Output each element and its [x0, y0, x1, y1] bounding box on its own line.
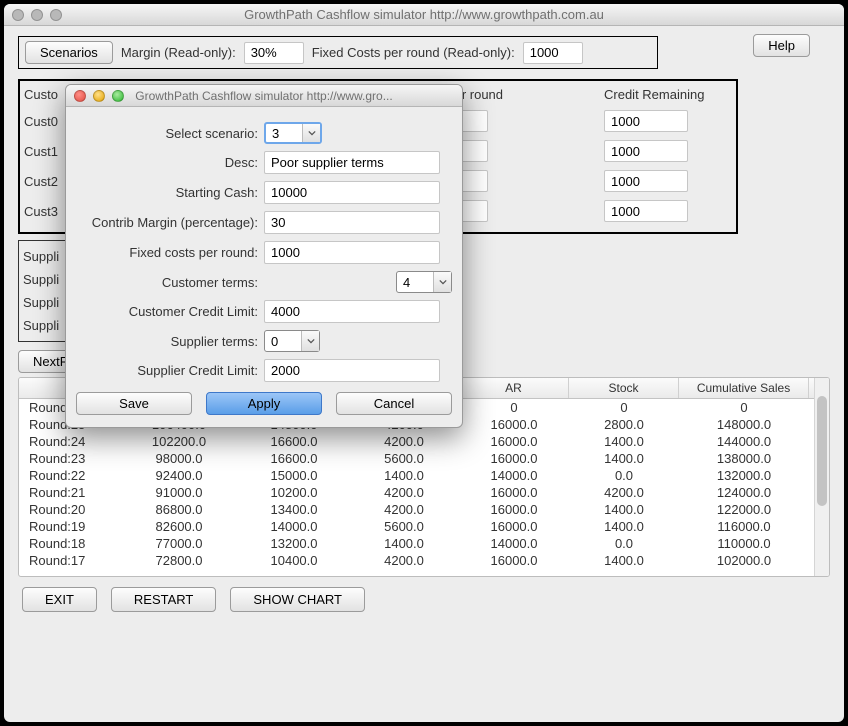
supplier-terms-combo[interactable]	[264, 330, 320, 352]
chevron-down-icon[interactable]	[433, 272, 451, 292]
dialog-titlebar: GrowthPath Cashflow simulator http://www…	[66, 85, 462, 107]
contrib-margin-field[interactable]	[264, 211, 440, 234]
minimize-icon[interactable]	[93, 90, 105, 102]
supplier-credit-field[interactable]	[264, 359, 440, 382]
credit-field[interactable]	[604, 140, 688, 162]
main-titlebar: GrowthPath Cashflow simulator http://www…	[4, 4, 844, 26]
exit-button[interactable]: EXIT	[22, 587, 97, 612]
desc-label: Desc:	[76, 155, 264, 170]
help-button[interactable]: Help	[753, 34, 810, 57]
chevron-down-icon[interactable]	[301, 331, 319, 351]
chevron-down-icon[interactable]	[302, 124, 320, 142]
supplier-terms-label: Supplier terms:	[76, 334, 264, 349]
zoom-icon[interactable]	[112, 90, 124, 102]
select-scenario-label: Select scenario:	[76, 126, 264, 141]
customer-terms-value[interactable]	[397, 275, 433, 290]
desc-field[interactable]	[264, 151, 440, 174]
fixed-costs-field	[523, 42, 583, 64]
table-row[interactable]: Round:2086800.013400.04200.016000.01400.…	[19, 501, 829, 518]
cancel-button[interactable]: Cancel	[336, 392, 452, 415]
supplier-credit-label: Supplier Credit Limit:	[76, 363, 264, 378]
customer-credit-field[interactable]	[264, 300, 440, 323]
fixed-costs-label: Fixed Costs per round (Read-only):	[312, 45, 515, 60]
dialog-title: GrowthPath Cashflow simulator http://www…	[66, 89, 462, 103]
credit-field[interactable]	[604, 110, 688, 132]
starting-cash-field[interactable]	[264, 181, 440, 204]
select-scenario-value[interactable]	[266, 126, 302, 141]
toolbar: Scenarios Margin (Read-only): Fixed Cost…	[18, 36, 658, 69]
table-row[interactable]: Round:1772800.010400.04200.016000.01400.…	[19, 552, 829, 569]
table-row[interactable]: Round:1982600.014000.05600.016000.01400.…	[19, 518, 829, 535]
customer-terms-combo[interactable]	[396, 271, 452, 293]
table-row[interactable]: Round:24102200.016600.04200.016000.01400…	[19, 433, 829, 450]
col-header[interactable]: Cumulative Sales	[679, 378, 809, 398]
col-header[interactable]: AR	[459, 378, 569, 398]
contrib-margin-label: Contrib Margin (percentage):	[76, 215, 264, 230]
scenario-dialog: GrowthPath Cashflow simulator http://www…	[65, 84, 463, 428]
close-icon[interactable]	[74, 90, 86, 102]
restart-button[interactable]: RESTART	[111, 587, 216, 612]
table-row[interactable]: Round:2191000.010200.04200.016000.04200.…	[19, 484, 829, 501]
select-scenario-combo[interactable]	[264, 122, 322, 144]
table-row[interactable]: Round:2292400.015000.01400.014000.00.013…	[19, 467, 829, 484]
show-chart-button[interactable]: SHOW CHART	[230, 587, 365, 612]
credit-field[interactable]	[604, 170, 688, 192]
save-button[interactable]: Save	[76, 392, 192, 415]
scrollbar[interactable]	[814, 378, 829, 576]
table-row[interactable]: Round:2398000.016600.05600.016000.01400.…	[19, 450, 829, 467]
fixed-costs-label: Fixed costs per round:	[76, 245, 264, 260]
supplier-terms-value[interactable]	[265, 334, 301, 349]
credit-field[interactable]	[604, 200, 688, 222]
scenarios-button[interactable]: Scenarios	[25, 41, 113, 64]
table-row[interactable]: Round:1877000.013200.01400.014000.00.011…	[19, 535, 829, 552]
margin-field	[244, 42, 304, 64]
customer-credit-label: Customer Credit Limit:	[76, 304, 264, 319]
close-icon[interactable]	[12, 9, 24, 21]
zoom-icon[interactable]	[50, 9, 62, 21]
starting-cash-label: Starting Cash:	[76, 185, 264, 200]
apply-button[interactable]: Apply	[206, 392, 322, 415]
fixed-costs-field[interactable]	[264, 241, 440, 264]
customer-terms-label: Customer terms:	[76, 275, 264, 290]
col-header[interactable]: Stock	[569, 378, 679, 398]
minimize-icon[interactable]	[31, 9, 43, 21]
margin-label: Margin (Read-only):	[121, 45, 236, 60]
cust-header-credit: Credit Remaining	[604, 87, 724, 102]
main-title: GrowthPath Cashflow simulator http://www…	[4, 7, 844, 22]
